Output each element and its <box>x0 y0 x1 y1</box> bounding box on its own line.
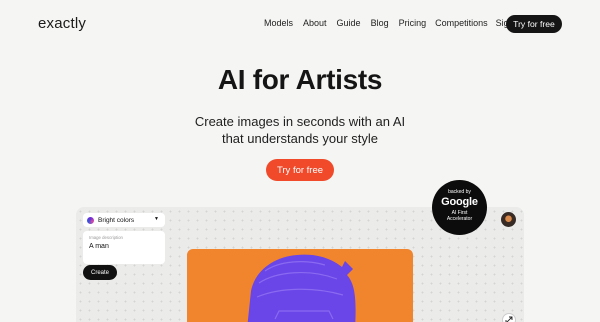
nav-link-models[interactable]: Models <box>264 18 293 28</box>
top-nav: exactly Models About Guide Blog Pricing … <box>0 0 600 46</box>
badge-program: AI First Accelerator <box>446 210 473 222</box>
generated-image <box>187 249 413 322</box>
nav-link-guide[interactable]: Guide <box>337 18 361 28</box>
hero-title: AI for Artists <box>217 64 383 95</box>
nav-links: Models About Guide Blog Pricing Competit… <box>264 18 523 28</box>
hero-try-free-button[interactable]: Try for free <box>266 159 334 181</box>
chevron-down-icon: ▼ <box>154 216 159 222</box>
nav-link-blog[interactable]: Blog <box>371 18 389 28</box>
nav-link-competitions[interactable]: Competitions <box>435 18 488 28</box>
style-select-value: Bright colors <box>98 216 135 224</box>
create-button[interactable]: Create <box>83 265 117 280</box>
badge-google-logo: Google <box>441 196 478 208</box>
color-swatch-icon <box>87 216 94 224</box>
user-avatar[interactable] <box>501 212 516 227</box>
nav-link-about[interactable]: About <box>303 18 327 28</box>
expand-arrows-icon <box>505 316 513 322</box>
nav-try-free-button[interactable]: Try for free <box>506 15 562 33</box>
image-description-field[interactable]: Image description A man <box>83 231 165 264</box>
style-select[interactable]: Bright colors ▼ <box>83 213 165 227</box>
badge-backed-by: backed by <box>448 189 471 195</box>
hero-subtitle: Create images in seconds with an AI that… <box>194 114 406 146</box>
image-description-label: Image description <box>89 235 123 240</box>
google-accelerator-badge: backed by Google AI First Accelerator <box>432 180 487 235</box>
generated-portrait-illustration <box>247 254 356 322</box>
nav-link-pricing[interactable]: Pricing <box>399 18 427 28</box>
brand-logo[interactable]: exactly <box>38 15 86 32</box>
expand-icon[interactable] <box>502 313 516 322</box>
image-description-value[interactable]: A man <box>89 243 109 250</box>
